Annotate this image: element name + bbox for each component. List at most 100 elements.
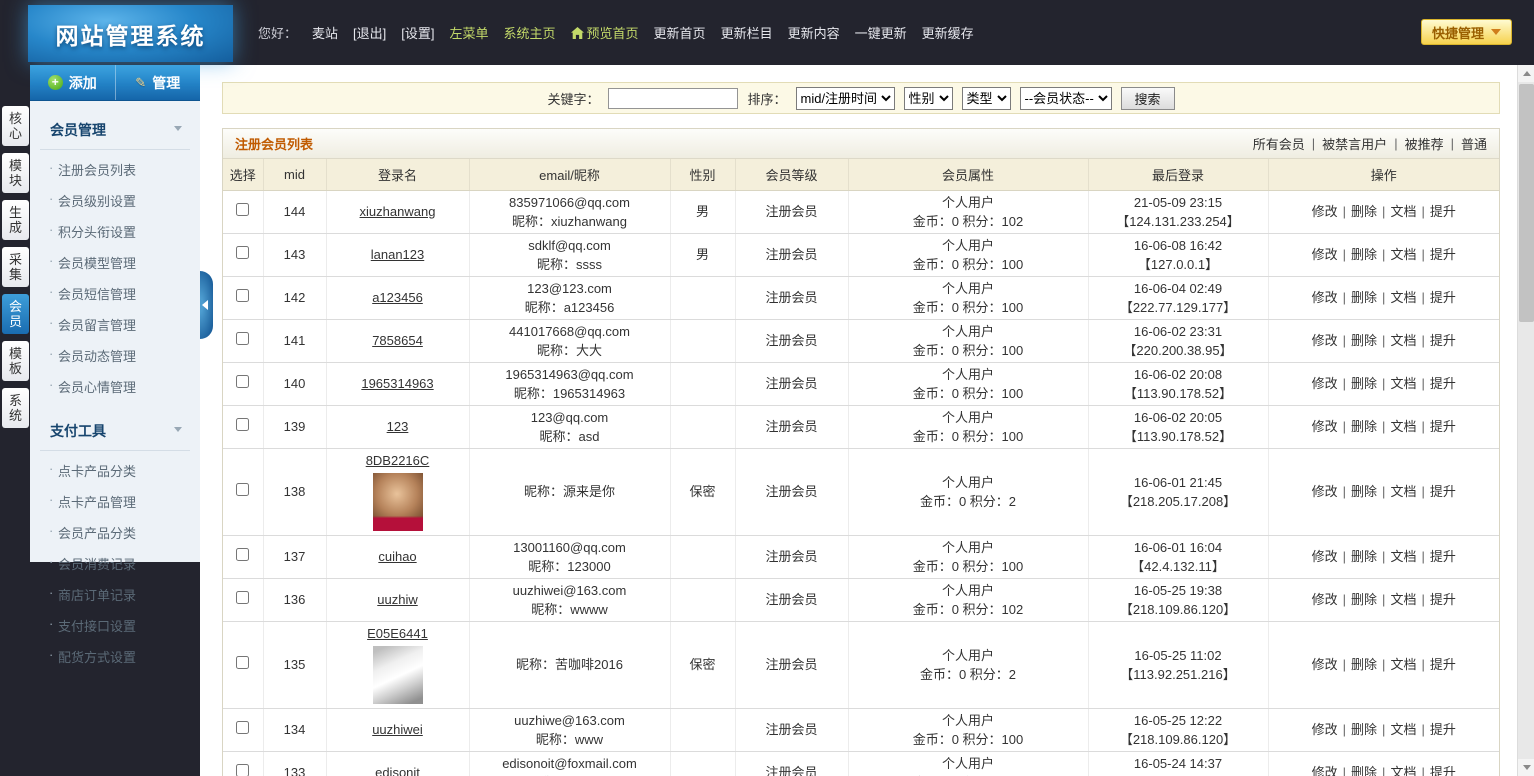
action-promote[interactable]: 提升 bbox=[1430, 290, 1456, 305]
sort-select[interactable]: mid/注册时间 bbox=[796, 87, 895, 110]
row-checkbox[interactable] bbox=[236, 591, 249, 604]
sidebar-item[interactable]: 会员产品分类 bbox=[30, 517, 200, 548]
action-delete[interactable]: 删除 bbox=[1351, 204, 1377, 219]
action-delete[interactable]: 删除 bbox=[1351, 592, 1377, 607]
nav-item[interactable]: 麦站 bbox=[312, 23, 338, 42]
row-checkbox[interactable] bbox=[236, 483, 249, 496]
sidebar-item[interactable]: 点卡产品分类 bbox=[30, 455, 200, 486]
action-doc[interactable]: 文档 bbox=[1390, 204, 1416, 219]
action-delete[interactable]: 删除 bbox=[1351, 722, 1377, 737]
sidebar-item[interactable]: 注册会员列表 bbox=[30, 154, 200, 185]
sidebar-collapse-handle[interactable] bbox=[200, 271, 213, 339]
nav-item[interactable]: [退出] bbox=[353, 23, 386, 42]
action-doc[interactable]: 文档 bbox=[1390, 592, 1416, 607]
member-login-link[interactable]: 8DB2216C bbox=[366, 453, 430, 468]
member-login-link[interactable]: edisonit bbox=[375, 765, 420, 776]
sidebar-item[interactable]: 点卡产品管理 bbox=[30, 486, 200, 517]
action-delete[interactable]: 删除 bbox=[1351, 247, 1377, 262]
sidebar-item[interactable]: 会员心情管理 bbox=[30, 371, 200, 402]
rail-tab-core[interactable]: 核 心 bbox=[2, 106, 29, 146]
sidebar-item[interactable]: 支付接口设置 bbox=[30, 610, 200, 641]
member-login-link[interactable]: lanan123 bbox=[371, 247, 425, 262]
action-promote[interactable]: 提升 bbox=[1430, 765, 1456, 776]
rail-tab-template[interactable]: 模 板 bbox=[2, 341, 29, 381]
action-doc[interactable]: 文档 bbox=[1390, 765, 1416, 776]
action-doc[interactable]: 文档 bbox=[1390, 419, 1416, 434]
gender-select[interactable]: 性别 bbox=[904, 87, 953, 110]
nav-item[interactable]: 更新栏目 bbox=[721, 23, 773, 42]
row-checkbox[interactable] bbox=[236, 764, 249, 776]
row-checkbox[interactable] bbox=[236, 418, 249, 431]
action-promote[interactable]: 提升 bbox=[1430, 549, 1456, 564]
nav-item[interactable]: 系统主页 bbox=[504, 23, 556, 42]
action-delete[interactable]: 删除 bbox=[1351, 657, 1377, 672]
member-filter-link[interactable]: 被推荐 bbox=[1405, 134, 1444, 153]
action-delete[interactable]: 删除 bbox=[1351, 419, 1377, 434]
action-doc[interactable]: 文档 bbox=[1390, 549, 1416, 564]
member-login-link[interactable]: E05E6441 bbox=[367, 626, 428, 641]
type-select[interactable]: 类型 bbox=[962, 87, 1011, 110]
rail-tab-collect[interactable]: 采 集 bbox=[2, 247, 29, 287]
scroll-down-icon[interactable] bbox=[1518, 759, 1534, 776]
action-doc[interactable]: 文档 bbox=[1390, 484, 1416, 499]
action-delete[interactable]: 删除 bbox=[1351, 549, 1377, 564]
row-checkbox[interactable] bbox=[236, 289, 249, 302]
action-promote[interactable]: 提升 bbox=[1430, 419, 1456, 434]
action-doc[interactable]: 文档 bbox=[1390, 722, 1416, 737]
member-login-link[interactable]: uuzhiw bbox=[377, 592, 417, 607]
status-select[interactable]: --会员状态-- bbox=[1020, 87, 1112, 110]
member-login-link[interactable]: cuihao bbox=[378, 549, 416, 564]
action-doc[interactable]: 文档 bbox=[1390, 376, 1416, 391]
row-checkbox[interactable] bbox=[236, 656, 249, 669]
sidebar-section-header[interactable]: 会员管理 bbox=[40, 113, 190, 150]
sidebar-item[interactable]: 会员短信管理 bbox=[30, 278, 200, 309]
action-delete[interactable]: 删除 bbox=[1351, 765, 1377, 776]
action-promote[interactable]: 提升 bbox=[1430, 333, 1456, 348]
row-checkbox[interactable] bbox=[236, 203, 249, 216]
member-filter-link[interactable]: 被禁言用户 bbox=[1322, 134, 1387, 153]
sidebar-item[interactable]: 配货方式设置 bbox=[30, 641, 200, 672]
action-delete[interactable]: 删除 bbox=[1351, 484, 1377, 499]
action-edit[interactable]: 修改 bbox=[1312, 333, 1338, 348]
member-login-link[interactable]: 123 bbox=[387, 419, 409, 434]
action-doc[interactable]: 文档 bbox=[1390, 333, 1416, 348]
action-delete[interactable]: 删除 bbox=[1351, 376, 1377, 391]
sidebar-item[interactable]: 商店订单记录 bbox=[30, 579, 200, 610]
manage-button[interactable]: ✎ 管理 bbox=[115, 65, 201, 100]
rail-tab-member[interactable]: 会 员 bbox=[2, 294, 29, 334]
member-filter-link[interactable]: 所有会员 bbox=[1253, 134, 1305, 153]
action-edit[interactable]: 修改 bbox=[1312, 247, 1338, 262]
member-filter-link[interactable]: 普通 bbox=[1461, 134, 1487, 153]
action-delete[interactable]: 删除 bbox=[1351, 333, 1377, 348]
action-edit[interactable]: 修改 bbox=[1312, 549, 1338, 564]
row-checkbox[interactable] bbox=[236, 548, 249, 561]
member-login-link[interactable]: 7858654 bbox=[372, 333, 423, 348]
sidebar-item[interactable]: 会员模型管理 bbox=[30, 247, 200, 278]
row-checkbox[interactable] bbox=[236, 332, 249, 345]
row-checkbox[interactable] bbox=[236, 375, 249, 388]
add-button[interactable]: + 添加 bbox=[30, 65, 115, 100]
member-login-link[interactable]: uuzhiwei bbox=[372, 722, 423, 737]
keyword-input[interactable] bbox=[608, 88, 738, 109]
action-promote[interactable]: 提升 bbox=[1430, 484, 1456, 499]
nav-item[interactable]: [设置] bbox=[401, 23, 434, 42]
sidebar-item[interactable]: 会员留言管理 bbox=[30, 309, 200, 340]
action-edit[interactable]: 修改 bbox=[1312, 419, 1338, 434]
rail-tab-module[interactable]: 模 块 bbox=[2, 153, 29, 193]
action-edit[interactable]: 修改 bbox=[1312, 765, 1338, 776]
action-promote[interactable]: 提升 bbox=[1430, 592, 1456, 607]
nav-item[interactable]: 左菜单 bbox=[450, 23, 489, 42]
nav-item[interactable]: 预览首页 bbox=[571, 23, 639, 42]
search-button[interactable]: 搜索 bbox=[1121, 87, 1175, 110]
action-doc[interactable]: 文档 bbox=[1390, 657, 1416, 672]
action-promote[interactable]: 提升 bbox=[1430, 204, 1456, 219]
scrollbar-thumb[interactable] bbox=[1519, 84, 1534, 322]
action-edit[interactable]: 修改 bbox=[1312, 376, 1338, 391]
nav-item[interactable]: 更新内容 bbox=[788, 23, 840, 42]
nav-item[interactable]: 更新缓存 bbox=[922, 23, 974, 42]
sidebar-section-header[interactable]: 支付工具 bbox=[40, 414, 190, 451]
vertical-scrollbar[interactable] bbox=[1517, 65, 1534, 776]
action-delete[interactable]: 删除 bbox=[1351, 290, 1377, 305]
sidebar-item[interactable]: 会员动态管理 bbox=[30, 340, 200, 371]
quick-manage-button[interactable]: 快捷管理 bbox=[1421, 19, 1512, 45]
